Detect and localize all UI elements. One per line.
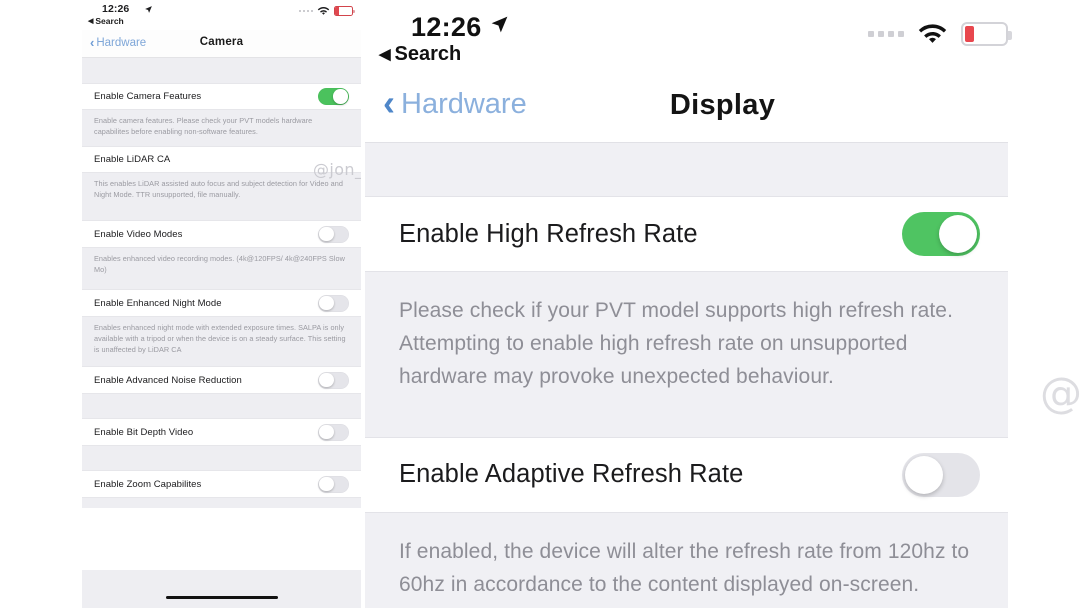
left-row-label: Enable Bit Depth Video — [94, 426, 194, 438]
back-triangle-icon: ◀ — [379, 46, 391, 63]
toggle-enable-advanced-noise-reduction[interactable] — [318, 371, 349, 389]
right-page-title: Display — [669, 89, 776, 121]
battery-low-icon — [961, 22, 1012, 46]
screenshot-root: 12:26 ◀ Search ‹ Hardware Camera Enable … — [0, 0, 1080, 608]
left-desc-enable-enhanced-night-mode: Enables enhanced night mode with extende… — [82, 317, 361, 360]
toggle-enable-adaptive-refresh-rate[interactable] — [902, 452, 980, 497]
toggle-enable-enhanced-night-mode[interactable] — [318, 294, 349, 312]
left-row-label: Enable Enhanced Night Mode — [94, 297, 222, 309]
watermark-right: @jon_prosser — [1040, 368, 1080, 417]
left-list-bottom-space — [82, 508, 361, 570]
left-row-enable-advanced-noise-reduction[interactable]: Enable Advanced Noise Reduction — [82, 366, 361, 394]
left-list-top-gap — [82, 58, 361, 83]
left-desc-enable-lidar-ca: This enables LiDAR assisted auto focus a… — [82, 173, 361, 208]
left-row-enable-enhanced-night-mode[interactable]: Enable Enhanced Night Mode — [82, 289, 361, 317]
left-status-bar: 12:26 ◀ Search — [82, 0, 361, 30]
right-row-enable-high-refresh-rate[interactable]: Enable High Refresh Rate — [365, 196, 1008, 272]
back-triangle-icon: ◀ — [88, 17, 94, 25]
right-row-label: Enable Adaptive Refresh Rate — [399, 460, 744, 489]
left-row-label: Enable Camera Features — [94, 91, 202, 102]
right-desc-enable-high-refresh-rate: Please check if your PVT model supports … — [365, 272, 1008, 420]
right-status-bar: 12:26 ◀ Search — [365, 0, 1080, 72]
right-settings-list[interactable]: Enable High Refresh Rate Please check if… — [365, 142, 1008, 608]
left-back-to-search-button[interactable]: ◀ Search — [88, 16, 124, 26]
left-row-label: Enable Zoom Capabilites — [94, 478, 202, 490]
right-list-top-gap — [365, 143, 1008, 196]
left-gap-1 — [82, 208, 361, 220]
toggle-enable-zoom-capabilites[interactable] — [318, 475, 349, 493]
toggle-enable-bit-depth-video[interactable] — [318, 423, 349, 441]
left-status-time: 12:26 — [102, 3, 130, 15]
left-gap-5 — [82, 446, 361, 470]
toggle-enable-high-refresh-rate[interactable] — [902, 212, 980, 256]
right-back-to-search-label: Search — [394, 43, 462, 65]
left-row-enable-bit-depth-video[interactable]: Enable Bit Depth Video — [82, 418, 361, 446]
left-row-label: Enable Video Modes — [94, 228, 183, 240]
left-desc-enable-camera-features: Enable camera features. Please check you… — [82, 110, 361, 146]
location-arrow-icon — [145, 6, 152, 13]
toggle-enable-video-modes[interactable] — [318, 225, 349, 243]
left-settings-list[interactable]: Enable Camera Features Enable camera fea… — [82, 58, 361, 608]
right-status-indicators — [868, 22, 1012, 46]
left-status-indicators — [298, 6, 355, 16]
right-back-to-search-button[interactable]: ◀ Search — [379, 43, 461, 66]
right-row-label: Enable High Refresh Rate — [399, 219, 698, 248]
wifi-icon — [918, 24, 947, 43]
left-row-enable-video-modes[interactable]: Enable Video Modes — [82, 220, 361, 248]
left-gap-6 — [82, 498, 361, 508]
left-desc-enable-video-modes: Enables enhanced video recording modes. … — [82, 248, 361, 281]
left-gap-2 — [82, 281, 361, 289]
signal-dots-icon — [868, 31, 904, 37]
right-gap-1 — [365, 419, 1008, 437]
signal-dots-icon — [298, 9, 313, 13]
left-nav-bar: ‹ Hardware Camera — [82, 30, 361, 58]
right-desc-enable-adaptive-refresh-rate: If enabled, the device will alter the re… — [365, 512, 1008, 608]
toggle-enable-camera-features[interactable] — [318, 88, 349, 105]
left-gap-4 — [82, 394, 361, 418]
left-row-label: Enable Advanced Noise Reduction — [94, 374, 242, 386]
left-phone-screenshot: 12:26 ◀ Search ‹ Hardware Camera Enable … — [82, 0, 361, 608]
left-row-enable-zoom-capabilites[interactable]: Enable Zoom Capabilites — [82, 470, 361, 498]
right-nav-bar: ‹ Hardware Display — [365, 72, 1080, 142]
left-row-label: Enable LiDAR CA — [94, 154, 171, 165]
left-row-enable-camera-features[interactable]: Enable Camera Features — [82, 83, 361, 110]
right-status-time: 12:26 — [411, 12, 482, 42]
left-back-to-search-label: Search — [95, 16, 124, 26]
right-phone-screenshot: 12:26 ◀ Search ‹ Hardware Display Enable… — [365, 0, 1080, 608]
location-arrow-icon — [491, 16, 508, 33]
wifi-icon — [317, 7, 330, 15]
left-row-enable-lidar-ca[interactable]: Enable LiDAR CA — [82, 146, 361, 173]
home-indicator-bar[interactable] — [165, 595, 278, 599]
right-row-enable-adaptive-refresh-rate[interactable]: Enable Adaptive Refresh Rate — [365, 436, 1008, 513]
left-page-title: Camera — [199, 36, 244, 48]
battery-low-icon — [334, 6, 355, 16]
